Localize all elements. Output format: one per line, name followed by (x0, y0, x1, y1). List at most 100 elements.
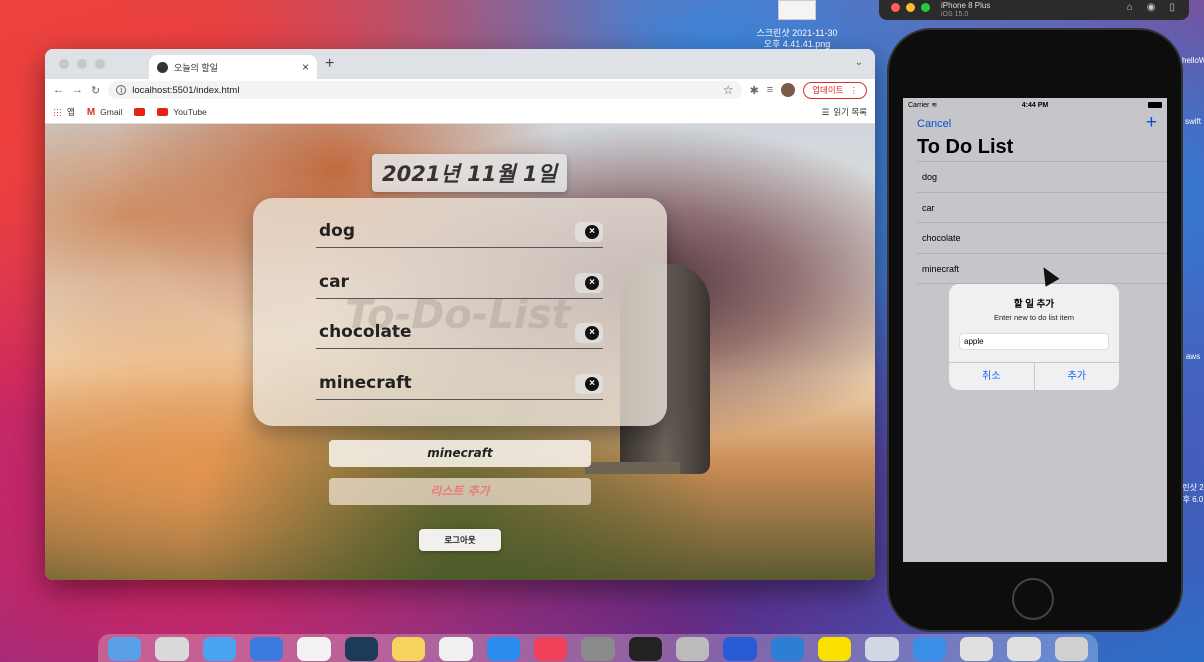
bookmark-gmail[interactable]: M Gmail (87, 107, 123, 118)
gmail-icon: M (86, 106, 96, 118)
bookmark-label: YouTube (173, 107, 207, 117)
file-thumbnail (778, 0, 816, 20)
desktop-screenshot-file[interactable]: 스크린샷 2021-11-30 오후 4.41.41.png (752, 0, 842, 50)
vscode-icon[interactable] (770, 637, 804, 661)
iphone-simulator: Carrier ≋ 4:44 PM Cancel + To Do List do… (887, 28, 1183, 632)
preview-icon[interactable] (675, 637, 710, 661)
add-list-button[interactable]: 리스트 추가 (329, 478, 591, 505)
close-circle-icon[interactable]: × (585, 326, 599, 340)
address-bar[interactable]: i localhost:5501/index.html ☆ (108, 81, 742, 99)
alert-buttons: 취소 추가 (949, 362, 1119, 390)
system-preferences-icon[interactable] (581, 637, 615, 661)
trash-icon[interactable] (1054, 637, 1088, 661)
bookmark-youtube-icon-only[interactable] (134, 108, 146, 116)
close-circle-icon[interactable]: × (585, 276, 599, 290)
youtube-icon (157, 108, 169, 116)
zoom-window-button[interactable] (921, 3, 930, 12)
simulator-icon[interactable] (912, 637, 946, 661)
todo-item-text: car (319, 272, 349, 292)
reload-icon[interactable]: ↻ (91, 84, 100, 97)
app-store-icon[interactable] (486, 637, 520, 661)
document-thumbnail-icon[interactable] (1007, 637, 1041, 661)
reading-list-icon: ☰ (821, 106, 830, 117)
todo-item: chocolate × (316, 299, 603, 349)
alert-message: Enter new to do list item (993, 313, 1075, 322)
terminal-icon[interactable] (628, 637, 662, 661)
music-icon[interactable] (533, 637, 568, 661)
simulator-window-controls (891, 3, 930, 12)
close-circle-icon[interactable]: × (585, 377, 599, 391)
globe-icon (157, 61, 168, 73)
bookmark-label: Gmail (100, 107, 123, 117)
close-circle-icon[interactable]: × (585, 225, 599, 239)
sourcetree-icon[interactable] (344, 637, 378, 661)
kakaotalk-icon[interactable] (817, 637, 852, 661)
close-window-button[interactable] (59, 59, 69, 69)
reading-list-label: 읽기 목록 (833, 107, 867, 117)
desktop-edge-label: 린샷 2 (1182, 483, 1204, 492)
browser-tab[interactable]: 오늘의 할일 × (149, 55, 317, 79)
dock (98, 634, 1098, 662)
home-icon[interactable]: ⌂ (1127, 2, 1133, 13)
alert-text-field[interactable]: apple (959, 333, 1109, 350)
safari-icon[interactable] (202, 637, 236, 661)
rotate-icon[interactable]: ▯ (1169, 2, 1175, 13)
background-bench (585, 462, 680, 474)
profile-avatar[interactable] (781, 83, 796, 97)
home-button[interactable] (1012, 578, 1054, 620)
chrome-icon[interactable] (297, 637, 331, 661)
logout-button[interactable]: 로그아웃 (419, 529, 501, 551)
todo-item: minecraft × (316, 350, 603, 400)
browser-toolbar: ← → ↻ i localhost:5501/index.html ☆ ✱ ≡ … (45, 79, 875, 101)
forward-arrow-icon[interactable]: → (72, 84, 83, 96)
device-name: iPhone 8 Plus (941, 1, 991, 10)
bookmark-label: 앱 (67, 107, 75, 117)
minimize-window-button[interactable] (906, 3, 915, 12)
info-icon[interactable]: i (116, 85, 127, 95)
bookmark-youtube[interactable]: YouTube (157, 107, 207, 117)
todo-card: To-Do-List dog × car × chocolate × minec… (253, 198, 667, 426)
youtube-icon (134, 108, 146, 116)
reading-list-button[interactable]: ☰ 읽기 목록 (822, 106, 867, 118)
document-thumbnail-icon[interactable] (959, 637, 994, 661)
back-arrow-icon[interactable]: ← (53, 84, 64, 96)
desktop-edge-label: helloW (1182, 56, 1204, 65)
finder-window-icon[interactable] (865, 637, 899, 661)
close-tab-icon[interactable]: × (302, 60, 309, 74)
simulator-device-info: iPhone 8 Plus iOS 15.0 (941, 1, 990, 19)
todo-input[interactable]: minecraft (329, 440, 591, 467)
extensions-icon[interactable]: ✱ (750, 84, 759, 97)
new-tab-button[interactable]: + (325, 55, 334, 73)
update-button[interactable]: 업데이트 ⋮ (803, 81, 867, 99)
url-text: localhost:5501/index.html (132, 84, 240, 96)
apps-grid-icon (53, 107, 62, 117)
chevron-down-icon[interactable]: ⌄ (855, 57, 863, 68)
xcode-icon[interactable] (249, 637, 284, 661)
alert-cancel-button[interactable]: 취소 (949, 363, 1035, 390)
simulator-titlebar: iPhone 8 Plus iOS 15.0 ⌂ ◉ ▯ (879, 0, 1189, 20)
os-version: iOS 15.0 (941, 11, 969, 18)
desktop-edge-label: 후 6.0 (1182, 495, 1204, 504)
desktop-edge-label: aws (1185, 352, 1201, 361)
media-icon[interactable]: ≡ (767, 84, 773, 96)
finder-icon[interactable] (108, 637, 142, 661)
kebab-menu-icon: ⋮ (849, 84, 859, 95)
alert-add-button[interactable]: 추가 (1035, 363, 1120, 390)
alert-title: 할 일 추가 (1013, 299, 1055, 310)
word-icon[interactable] (723, 637, 757, 661)
notes-icon[interactable] (391, 637, 426, 661)
minimize-window-button[interactable] (77, 59, 87, 69)
todo-item: car × (316, 249, 603, 299)
launchpad-icon[interactable] (155, 637, 189, 661)
photos-icon[interactable] (439, 637, 473, 661)
bookmark-apps[interactable]: 앱 (53, 106, 75, 118)
zoom-window-button[interactable] (95, 59, 105, 69)
todo-item: dog × (316, 198, 603, 248)
todo-item-text: dog (319, 221, 356, 241)
star-icon[interactable]: ☆ (723, 83, 734, 97)
add-item-alert: 할 일 추가 Enter new to do list item apple 취… (949, 284, 1119, 390)
update-label: 업데이트 (812, 85, 844, 95)
camera-icon[interactable]: ◉ (1147, 2, 1156, 13)
browser-window: 오늘의 할일 × + ⌄ ← → ↻ i localhost:5501/inde… (45, 49, 875, 580)
close-window-button[interactable] (891, 3, 900, 12)
